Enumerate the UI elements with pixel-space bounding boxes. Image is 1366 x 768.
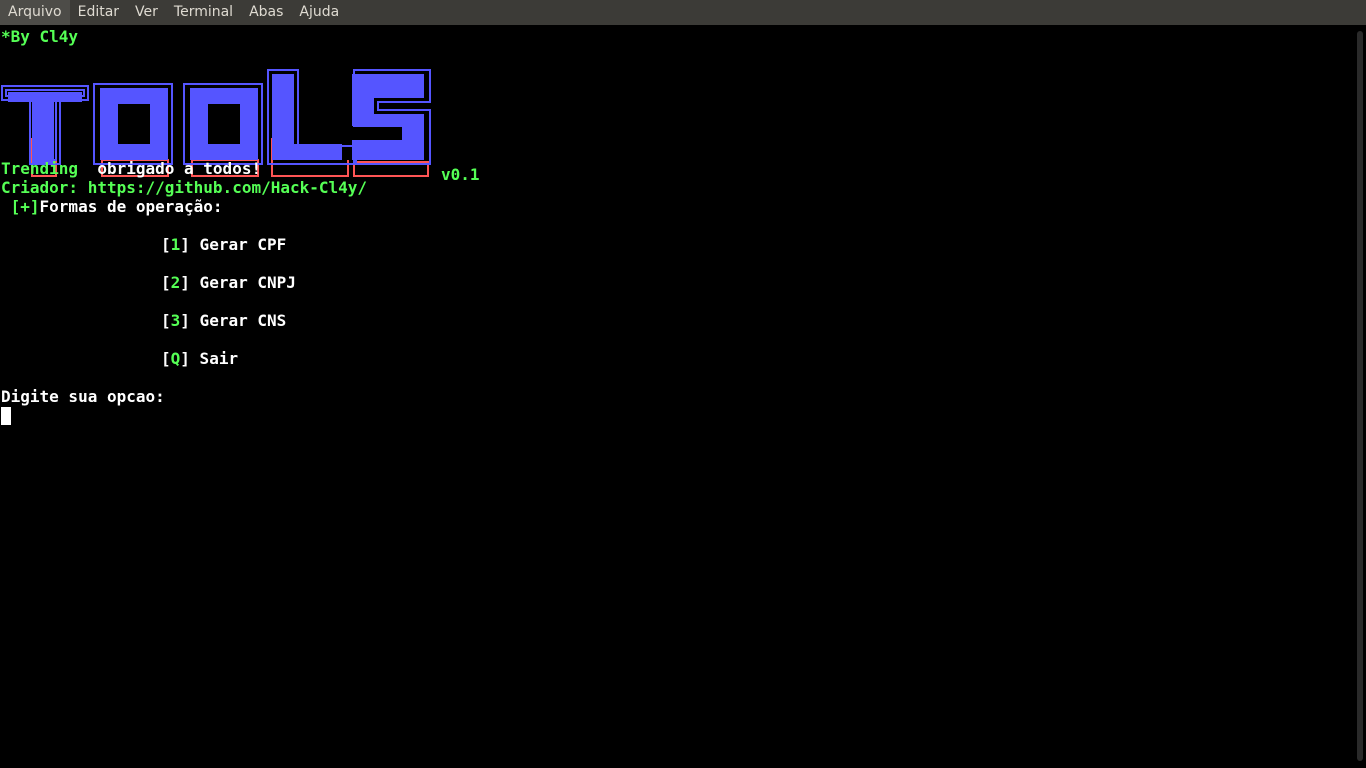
option-q: [Q] Sair [161, 349, 239, 368]
input-prompt: Digite sua opcao: [1, 387, 165, 406]
menu-ver[interactable]: Ver [127, 0, 166, 25]
trending-text: obrigado a todos! [78, 159, 262, 178]
formas-line: [+]Formas de operação: [1, 197, 223, 216]
scroll-thumb[interactable] [1357, 31, 1363, 761]
option-3: [3] Gerar CNS [161, 311, 287, 330]
menu-arquivo[interactable]: Arquivo [0, 0, 70, 25]
criador-line: Criador: https://github.com/Hack-Cl4y/ [1, 178, 368, 197]
by-line: *By Cl4y [1, 27, 79, 46]
menu-bar: Arquivo Editar Ver Terminal Abas Ajuda [0, 0, 1366, 25]
trending-label: Trending [1, 159, 79, 178]
version-label: v0.1 [441, 165, 480, 184]
terminal-area[interactable]: *By Cl4y v0.1 Trending obrigado a todos!… [0, 25, 1354, 768]
trending-line: Trending obrigado a todos! [1, 159, 261, 178]
menu-editar[interactable]: Editar [70, 0, 127, 25]
formas-prefix: [+] [1, 197, 40, 216]
formas-text: Formas de operação: [39, 197, 223, 216]
menu-ajuda[interactable]: Ajuda [291, 0, 347, 25]
text-cursor[interactable] [1, 407, 11, 425]
option-1: [1] Gerar CPF [161, 235, 287, 254]
menu-abas[interactable]: Abas [241, 0, 291, 25]
option-2: [2] Gerar CNPJ [161, 273, 296, 292]
menu-terminal[interactable]: Terminal [166, 0, 241, 25]
scrollbar[interactable] [1354, 25, 1366, 768]
